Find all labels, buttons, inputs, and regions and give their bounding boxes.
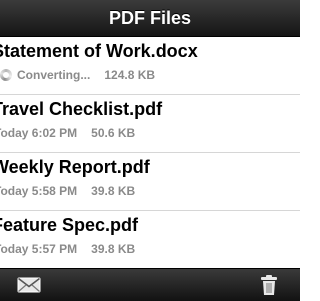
file-meta: Today 5:57 PM 39.8 KB [0,242,135,256]
file-date: Today 5:58 PM [0,184,78,198]
file-name: Feature Spec.pdf [0,215,139,235]
file-size: 39.8 KB [91,242,136,256]
file-size: 124.8 KB [104,68,156,82]
bottom-toolbar [0,268,300,301]
file-size: 50.6 KB [91,126,136,140]
file-status: Converting... [17,68,91,82]
file-date: Today 6:02 PM [0,126,78,140]
file-name: Statement of Work.docx [0,41,198,61]
mail-button[interactable] [16,274,42,296]
mail-icon [17,277,41,293]
list-item[interactable]: Weekly Report.pdf Today 5:58 PM 39.8 KB [0,153,300,211]
file-meta: Today 5:58 PM 39.8 KB [0,184,135,198]
file-name: Weekly Report.pdf [0,157,150,177]
navigation-bar: PDF Files [0,0,300,37]
file-date: Today 5:57 PM [0,242,78,256]
trash-icon [261,275,277,295]
file-size: 39.8 KB [91,184,136,198]
delete-button[interactable] [256,274,282,296]
list-item[interactable]: Travel Checklist.pdf Today 6:02 PM 50.6 K… [0,95,300,153]
page-title: PDF Files [108,8,192,28]
file-name: Travel Checklist.pdf [0,99,163,119]
file-meta: Converting... 124.8 KB [0,68,155,82]
list-item[interactable]: Feature Spec.pdf Today 5:57 PM 39.8 KB [0,211,300,268]
file-list[interactable]: Statement of Work.docx Converting... 124.… [0,37,300,268]
file-meta: Today 6:02 PM 50.6 KB [0,126,135,140]
list-item[interactable]: Statement of Work.docx Converting... 124.… [0,37,300,95]
spinner-icon [0,69,12,81]
